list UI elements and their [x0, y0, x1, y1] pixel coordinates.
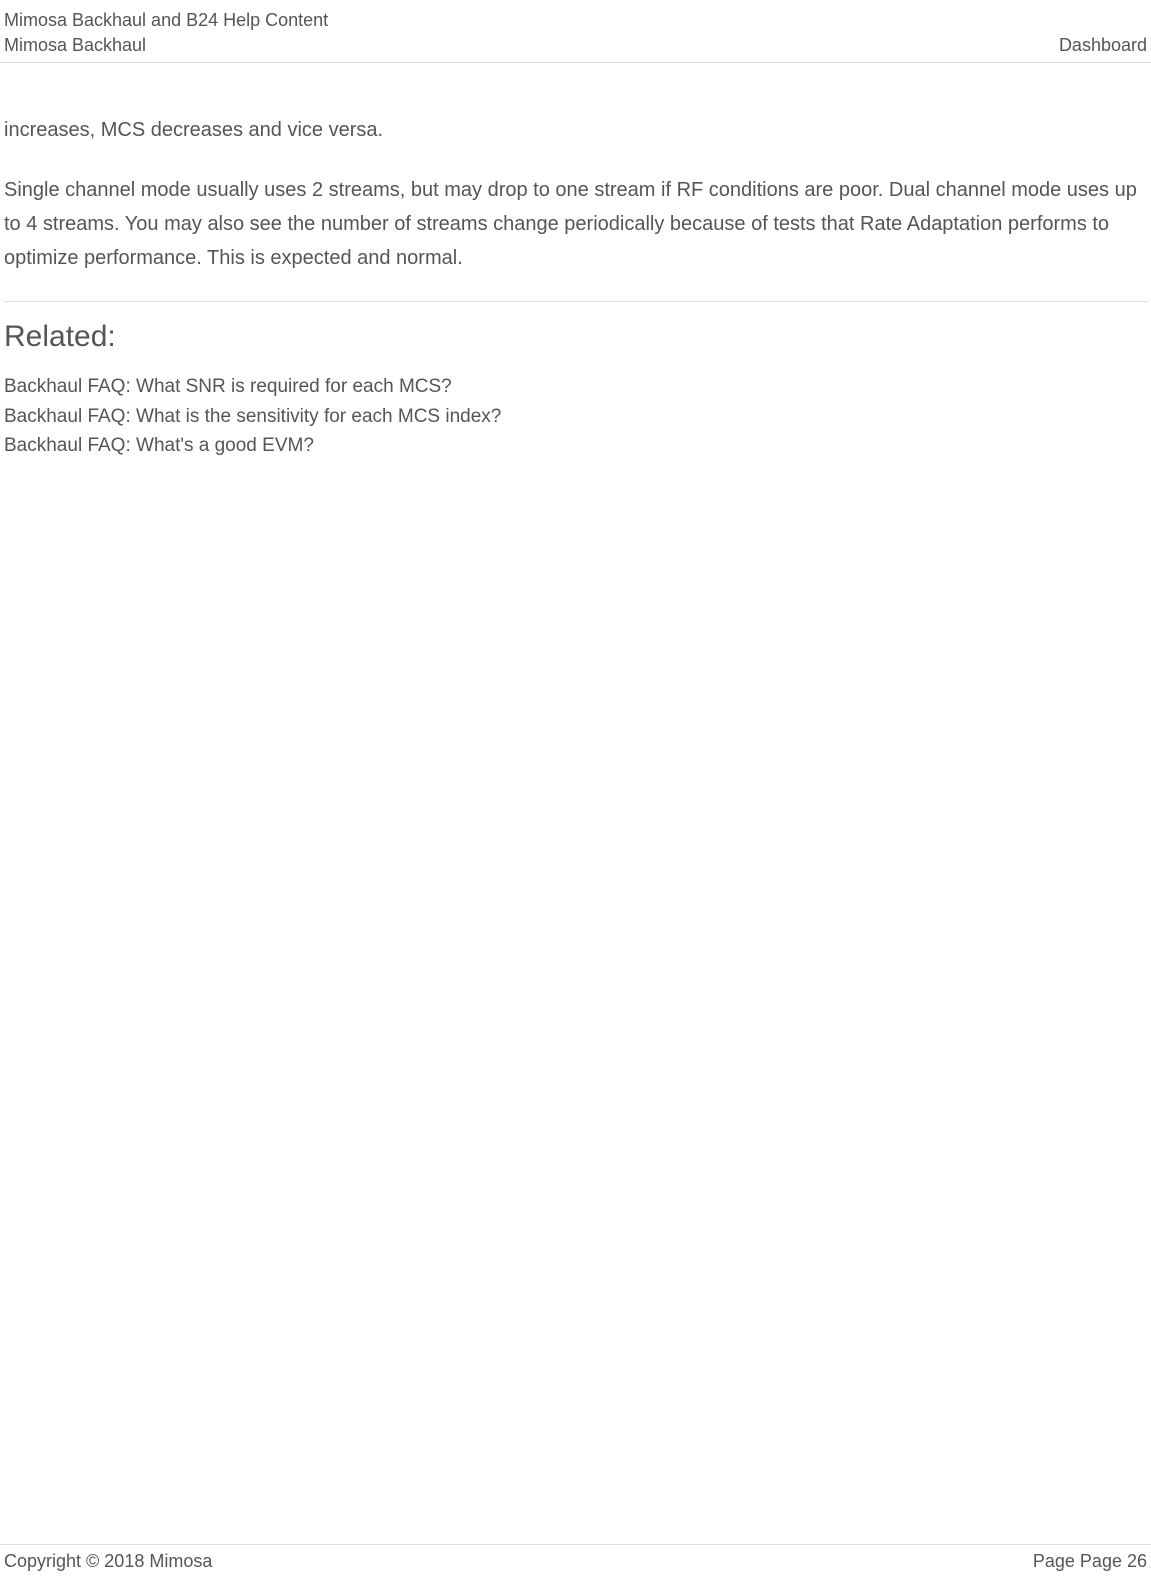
header-left: Mimosa Backhaul and B24 Help Content Mim…	[4, 8, 328, 58]
related-heading: Related:	[4, 320, 1147, 354]
footer-page-number: Page Page 26	[1033, 1551, 1147, 1572]
section-divider	[4, 301, 1147, 302]
related-link-3[interactable]: Backhaul FAQ: What's a good EVM?	[4, 431, 1147, 460]
body-paragraph-1: increases, MCS decreases and vice versa.	[4, 113, 1147, 147]
content-area: increases, MCS decreases and vice versa.…	[0, 63, 1151, 460]
page-header: Mimosa Backhaul and B24 Help Content Mim…	[0, 0, 1151, 63]
related-link-1[interactable]: Backhaul FAQ: What SNR is required for e…	[4, 372, 1147, 401]
header-title: Mimosa Backhaul and B24 Help Content	[4, 8, 328, 33]
page-footer: Copyright © 2018 Mimosa Page Page 26	[0, 1544, 1151, 1580]
related-link-2[interactable]: Backhaul FAQ: What is the sensitivity fo…	[4, 402, 1147, 431]
body-paragraph-2: Single channel mode usually uses 2 strea…	[4, 173, 1147, 275]
footer-copyright: Copyright © 2018 Mimosa	[4, 1551, 212, 1572]
header-section: Dashboard	[1059, 33, 1147, 58]
header-subtitle: Mimosa Backhaul	[4, 33, 328, 58]
related-list: Backhaul FAQ: What SNR is required for e…	[4, 372, 1147, 460]
